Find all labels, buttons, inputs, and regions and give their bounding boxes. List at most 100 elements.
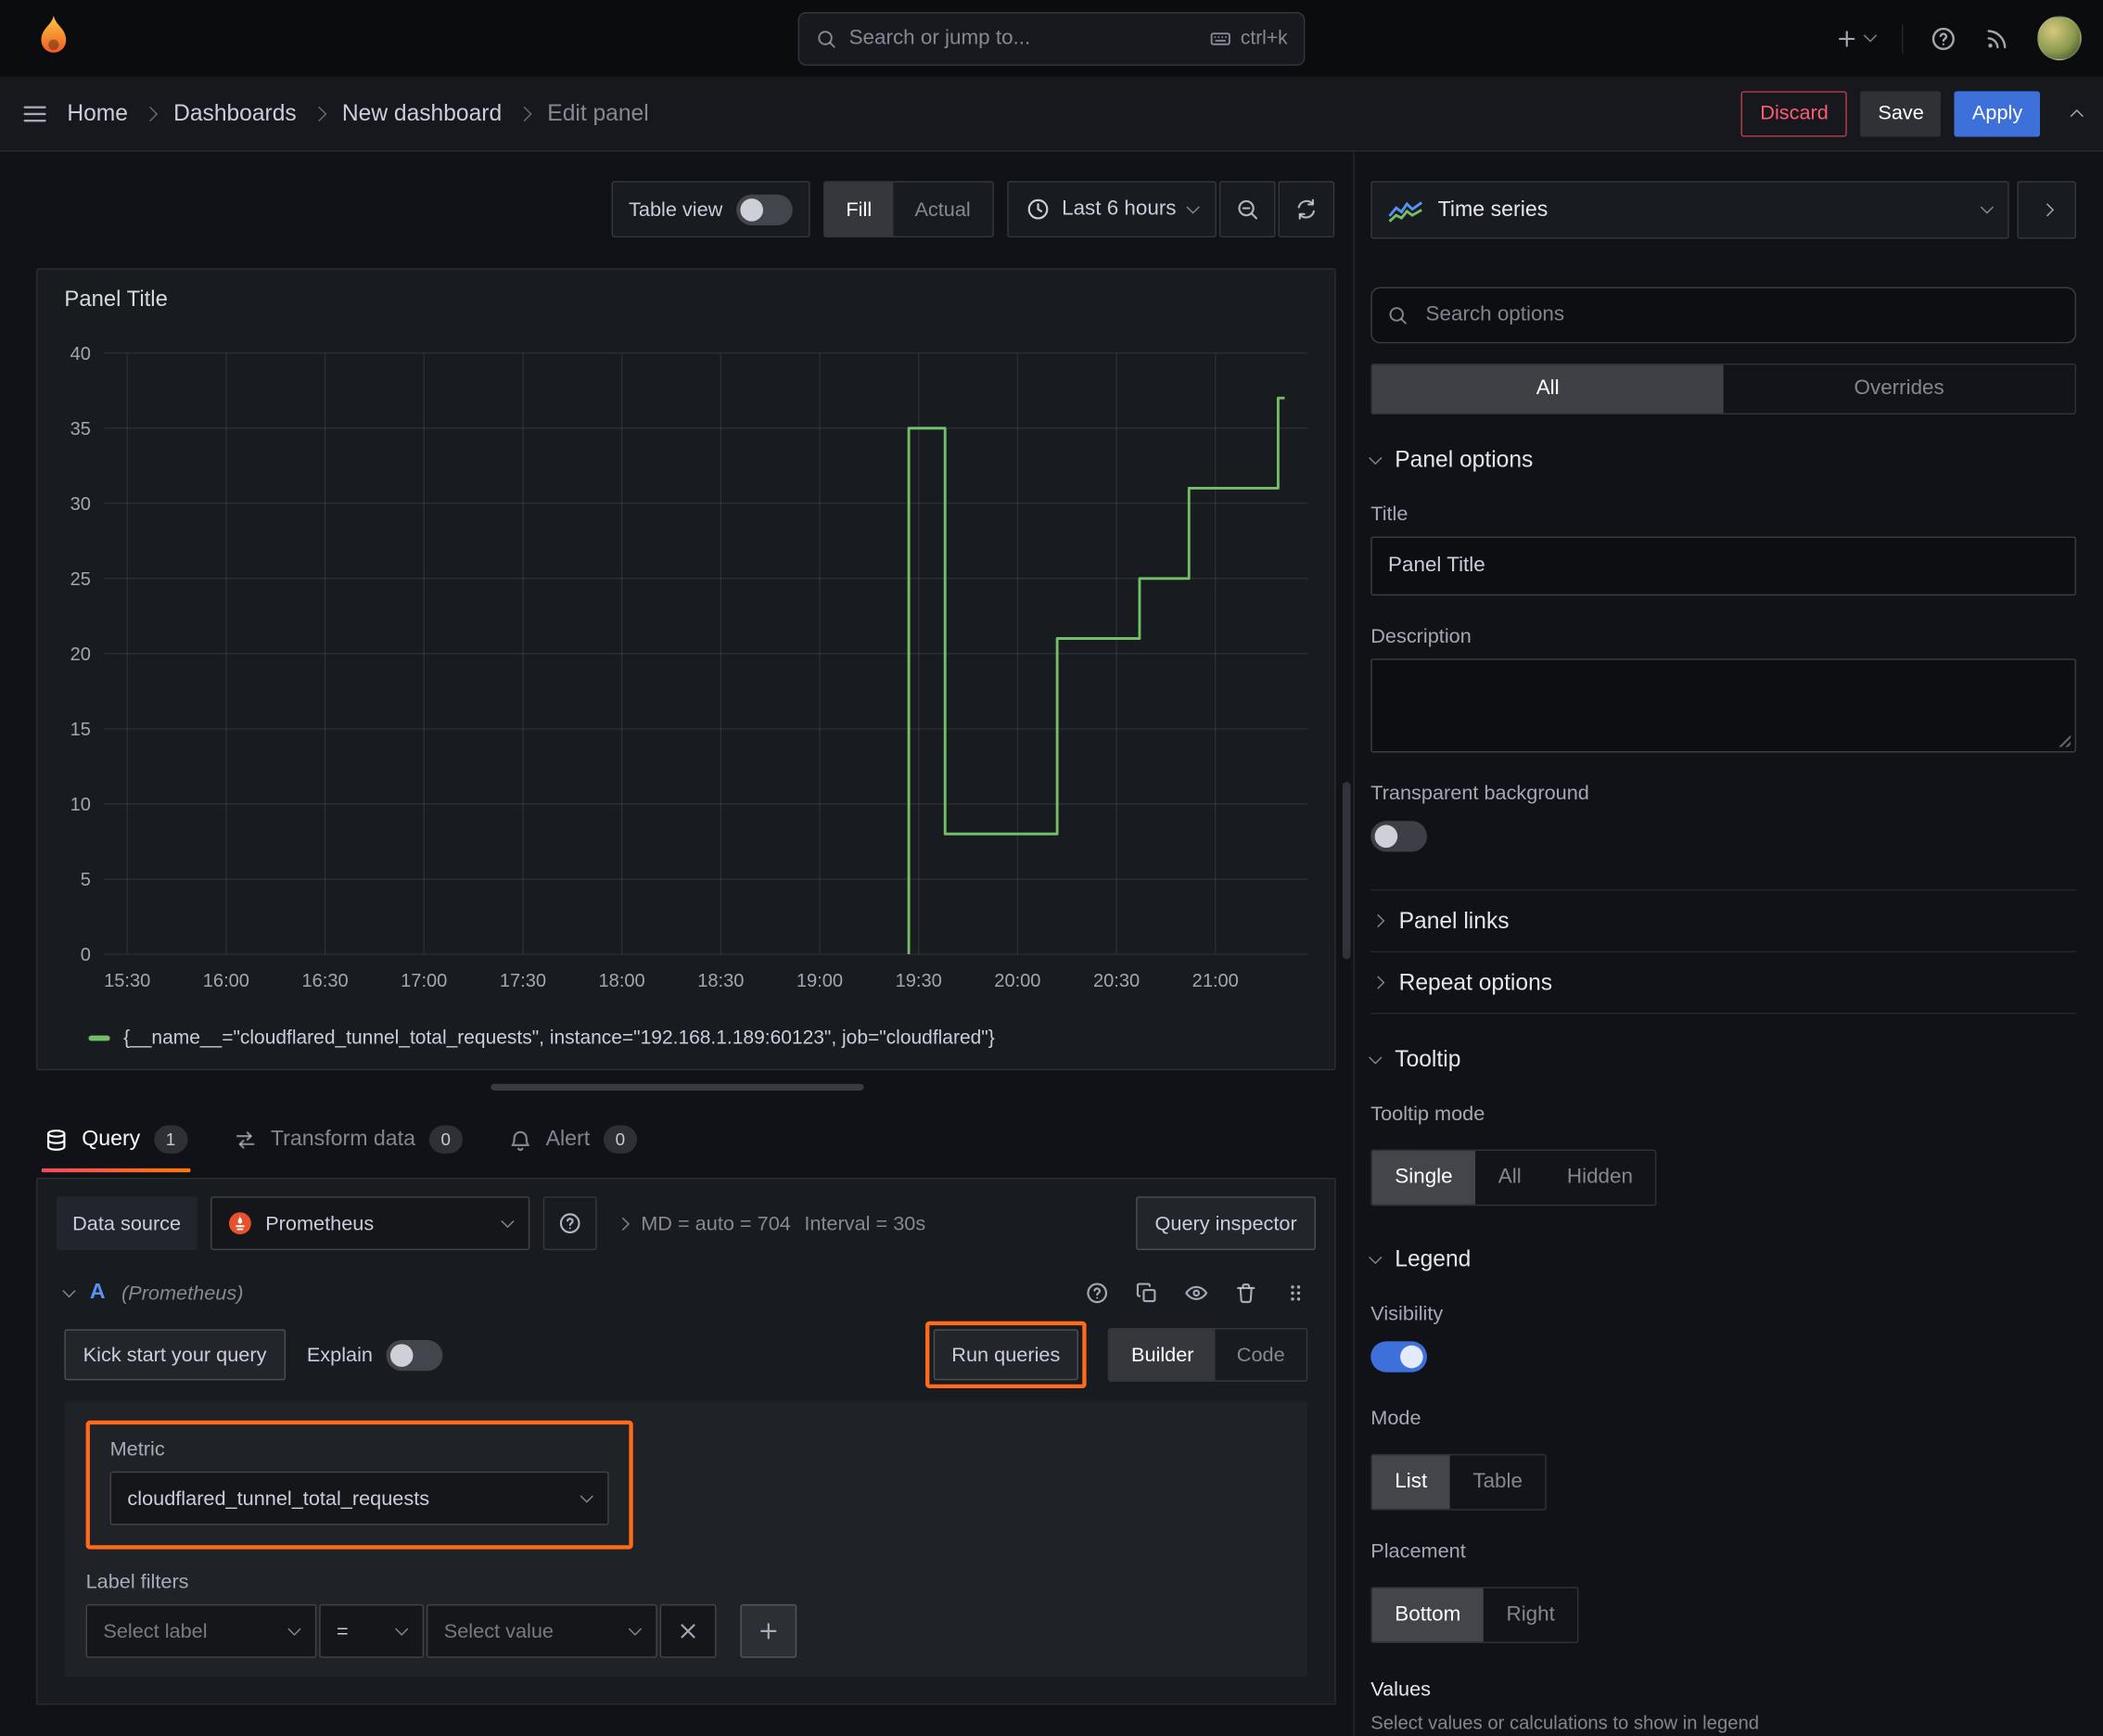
time-range-picker[interactable]: Last 6 hours — [1006, 181, 1217, 238]
query-collapse-button[interactable] — [62, 1283, 76, 1297]
kick-start-button[interactable]: Kick start your query — [64, 1329, 286, 1381]
panel-options-title: Panel options — [1395, 446, 1534, 473]
add-filter-button[interactable] — [740, 1603, 797, 1658]
database-icon — [46, 1129, 66, 1151]
query-options-toggle[interactable] — [616, 1216, 630, 1231]
chevron-down-icon — [395, 1621, 409, 1636]
tab-query[interactable]: Query 1 — [41, 1115, 190, 1173]
actual-option[interactable]: Actual — [893, 183, 992, 236]
legend-placement-bottom[interactable]: Bottom — [1371, 1588, 1484, 1642]
discard-button[interactable]: Discard — [1741, 90, 1848, 136]
tooltip-mode-hidden[interactable]: Hidden — [1544, 1151, 1655, 1205]
chevron-down-icon — [501, 1214, 515, 1228]
datasource-select[interactable]: Prometheus — [210, 1196, 530, 1251]
menu-toggle-button[interactable] — [21, 100, 48, 127]
breadcrumb-home[interactable]: Home — [67, 100, 128, 127]
disable-query-button[interactable] — [1184, 1281, 1208, 1305]
transparent-background-toggle[interactable] — [1370, 821, 1427, 852]
explain-toggle[interactable] — [386, 1339, 443, 1371]
plus-icon — [1839, 30, 1855, 46]
zoom-out-button[interactable] — [1218, 181, 1276, 238]
time-controls: Last 6 hours — [1006, 181, 1335, 238]
tooltip-mode-single[interactable]: Single — [1371, 1151, 1476, 1205]
legend-values-help: Select values or calculations to show in… — [1370, 1711, 1760, 1733]
drag-query-handle[interactable] — [1283, 1281, 1307, 1305]
panel-links-section[interactable]: Panel links — [1370, 888, 2077, 951]
panel-title-input[interactable] — [1370, 536, 2077, 596]
options-collapse-button[interactable] — [2017, 181, 2077, 239]
user-avatar[interactable] — [2037, 16, 2082, 61]
operator-select[interactable]: = — [319, 1603, 425, 1658]
table-view-toggle[interactable] — [735, 194, 793, 225]
panel-options-header[interactable]: Panel options — [1369, 446, 2076, 474]
new-menu-button[interactable] — [1835, 26, 1878, 50]
legend-placement-right[interactable]: Right — [1484, 1589, 1578, 1642]
description-textarea[interactable] — [1370, 658, 2077, 753]
fill-option[interactable]: Fill — [824, 182, 894, 236]
tab-all[interactable]: All — [1371, 364, 1724, 414]
svg-text:20:00: 20:00 — [994, 971, 1040, 991]
panel-resize-handle[interactable] — [490, 1083, 863, 1091]
datasource-value: Prometheus — [265, 1211, 375, 1235]
query-builder-body: Metric cloudflared_tunnel_total_requests… — [64, 1401, 1308, 1678]
main-scrollbar[interactable] — [1342, 782, 1351, 960]
svg-text:35: 35 — [70, 419, 91, 440]
options-search-input[interactable] — [1370, 287, 2077, 344]
tab-alert[interactable]: Alert 0 — [505, 1115, 640, 1172]
breadcrumb-dashboards[interactable]: Dashboards — [173, 100, 297, 127]
legend-mode-table[interactable]: Table — [1450, 1455, 1546, 1509]
search-input[interactable] — [848, 26, 1198, 51]
legend-placement-field: Placement Bottom Right — [1370, 1539, 2076, 1643]
repeat-options-section[interactable]: Repeat options — [1370, 951, 2077, 1014]
collapse-controls-button[interactable] — [2070, 106, 2084, 123]
tooltip-mode-all[interactable]: All — [1475, 1151, 1544, 1205]
svg-text:16:30: 16:30 — [301, 971, 348, 991]
chevron-right-icon — [616, 1216, 630, 1231]
transparent-background-field: Transparent background — [1370, 782, 2076, 857]
metric-select[interactable]: cloudflared_tunnel_total_requests — [109, 1471, 609, 1525]
remove-query-button[interactable] — [1234, 1281, 1258, 1305]
builder-mode[interactable]: Builder — [1109, 1329, 1216, 1381]
duplicate-query-button[interactable] — [1135, 1281, 1159, 1305]
breadcrumb-new-dashboard[interactable]: New dashboard — [342, 100, 502, 127]
label-filters-row: Select label = Select value — [85, 1603, 1287, 1658]
refresh-icon — [1297, 198, 1316, 220]
value-filter-select[interactable]: Select value — [426, 1603, 657, 1658]
title-field: Title — [1370, 503, 2077, 596]
topnav-actions — [1835, 16, 2082, 61]
refresh-button[interactable] — [1278, 181, 1335, 238]
legend-label[interactable]: {__name__="cloudflared_tunnel_total_requ… — [123, 1028, 995, 1049]
repeat-options-label: Repeat options — [1398, 969, 1553, 995]
svg-text:17:30: 17:30 — [500, 971, 546, 991]
tooltip-header[interactable]: Tooltip — [1369, 1046, 2076, 1073]
visualization-picker[interactable]: Time series — [1370, 181, 2009, 239]
help-button[interactable] — [1930, 25, 1956, 52]
divider — [1902, 23, 1904, 54]
chevron-down-icon — [628, 1621, 643, 1636]
save-button[interactable]: Save — [1860, 90, 1942, 136]
remove-filter-button[interactable] — [659, 1603, 717, 1658]
search-bar[interactable]: ctrl+k — [797, 11, 1306, 66]
panel-title: Panel Title — [64, 287, 168, 312]
news-button[interactable] — [1983, 25, 2010, 52]
chevron-down-icon — [1863, 29, 1878, 43]
tab-overrides[interactable]: Overrides — [1724, 364, 2075, 413]
query-inspector-button[interactable]: Query inspector — [1136, 1196, 1316, 1251]
grafana-logo[interactable] — [27, 11, 81, 65]
tooltip-section: Tooltip Tooltip mode Single All Hidden — [1369, 1046, 2076, 1206]
datasource-help-button[interactable] — [542, 1196, 597, 1251]
run-queries-button[interactable]: Run queries — [933, 1329, 1079, 1381]
apply-button[interactable]: Apply — [1955, 90, 2041, 136]
code-mode[interactable]: Code — [1216, 1329, 1306, 1380]
legend-header[interactable]: Legend — [1369, 1246, 2076, 1273]
label-filter-select[interactable]: Select label — [85, 1603, 317, 1658]
annotation-box-run-queries: Run queries — [924, 1321, 1088, 1389]
chart-legend[interactable]: {__name__="cloudflared_tunnel_total_requ… — [88, 1028, 995, 1049]
content: Table view Fill Actual Last 6 hours Pane… — [0, 151, 2103, 1736]
description-field: Description — [1370, 625, 2077, 753]
svg-text:30: 30 — [70, 494, 91, 515]
query-help-button[interactable] — [1085, 1281, 1109, 1305]
legend-visibility-toggle[interactable] — [1370, 1341, 1427, 1372]
legend-mode-list[interactable]: List — [1371, 1455, 1450, 1510]
tab-transform[interactable]: Transform data 0 — [231, 1115, 465, 1172]
